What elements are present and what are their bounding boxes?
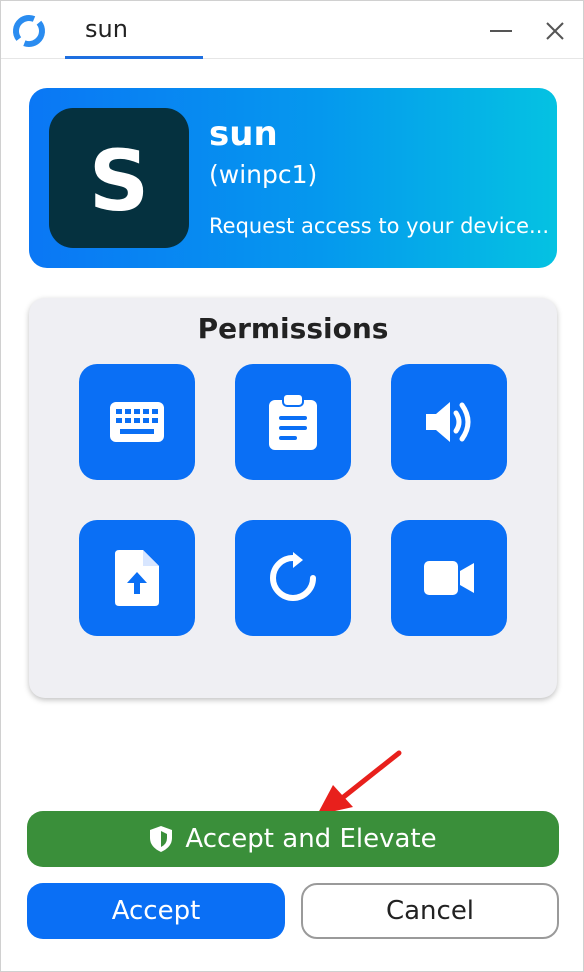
accept-and-elevate-label: Accept and Elevate xyxy=(185,824,437,854)
accept-and-elevate-button[interactable]: Accept and Elevate xyxy=(27,811,559,867)
video-camera-icon xyxy=(424,561,474,595)
user-host: (winpc1) xyxy=(209,160,318,189)
accept-button[interactable]: Accept xyxy=(27,883,285,939)
request-message: Request access to your device... xyxy=(209,214,550,238)
permission-keyboard-toggle[interactable] xyxy=(79,364,195,480)
permission-restart-toggle[interactable] xyxy=(235,520,351,636)
cancel-button[interactable]: Cancel xyxy=(301,883,559,939)
shield-icon xyxy=(149,825,173,853)
minimize-icon xyxy=(490,30,512,32)
permission-clipboard-toggle[interactable] xyxy=(235,364,351,480)
close-button[interactable] xyxy=(535,11,575,51)
permissions-panel: Permissions xyxy=(29,298,557,698)
file-transfer-icon xyxy=(115,550,159,606)
connection-request-window: sun S sun (winpc1) Request access to you… xyxy=(0,0,584,972)
permission-file-transfer-toggle[interactable] xyxy=(79,520,195,636)
restart-icon xyxy=(270,552,316,601)
audio-icon xyxy=(426,402,471,442)
user-name: sun xyxy=(209,114,278,154)
clipboard-icon xyxy=(269,394,317,450)
app-logo-icon xyxy=(13,15,45,47)
minimize-button[interactable] xyxy=(481,11,521,51)
permission-video-toggle[interactable] xyxy=(391,520,507,636)
permission-audio-toggle[interactable] xyxy=(391,364,507,480)
permissions-title: Permissions xyxy=(197,312,389,345)
tab-label: sun xyxy=(85,15,128,43)
accept-label: Accept xyxy=(111,896,201,926)
title-bar: sun xyxy=(1,1,583,59)
cancel-label: Cancel xyxy=(385,896,475,926)
avatar: S xyxy=(49,108,189,248)
tab-session[interactable]: sun xyxy=(65,1,203,59)
avatar-letter: S xyxy=(88,132,150,230)
user-card: S sun (winpc1) Request access to your de… xyxy=(29,88,557,268)
keyboard-icon xyxy=(110,402,164,442)
close-icon xyxy=(546,22,564,40)
